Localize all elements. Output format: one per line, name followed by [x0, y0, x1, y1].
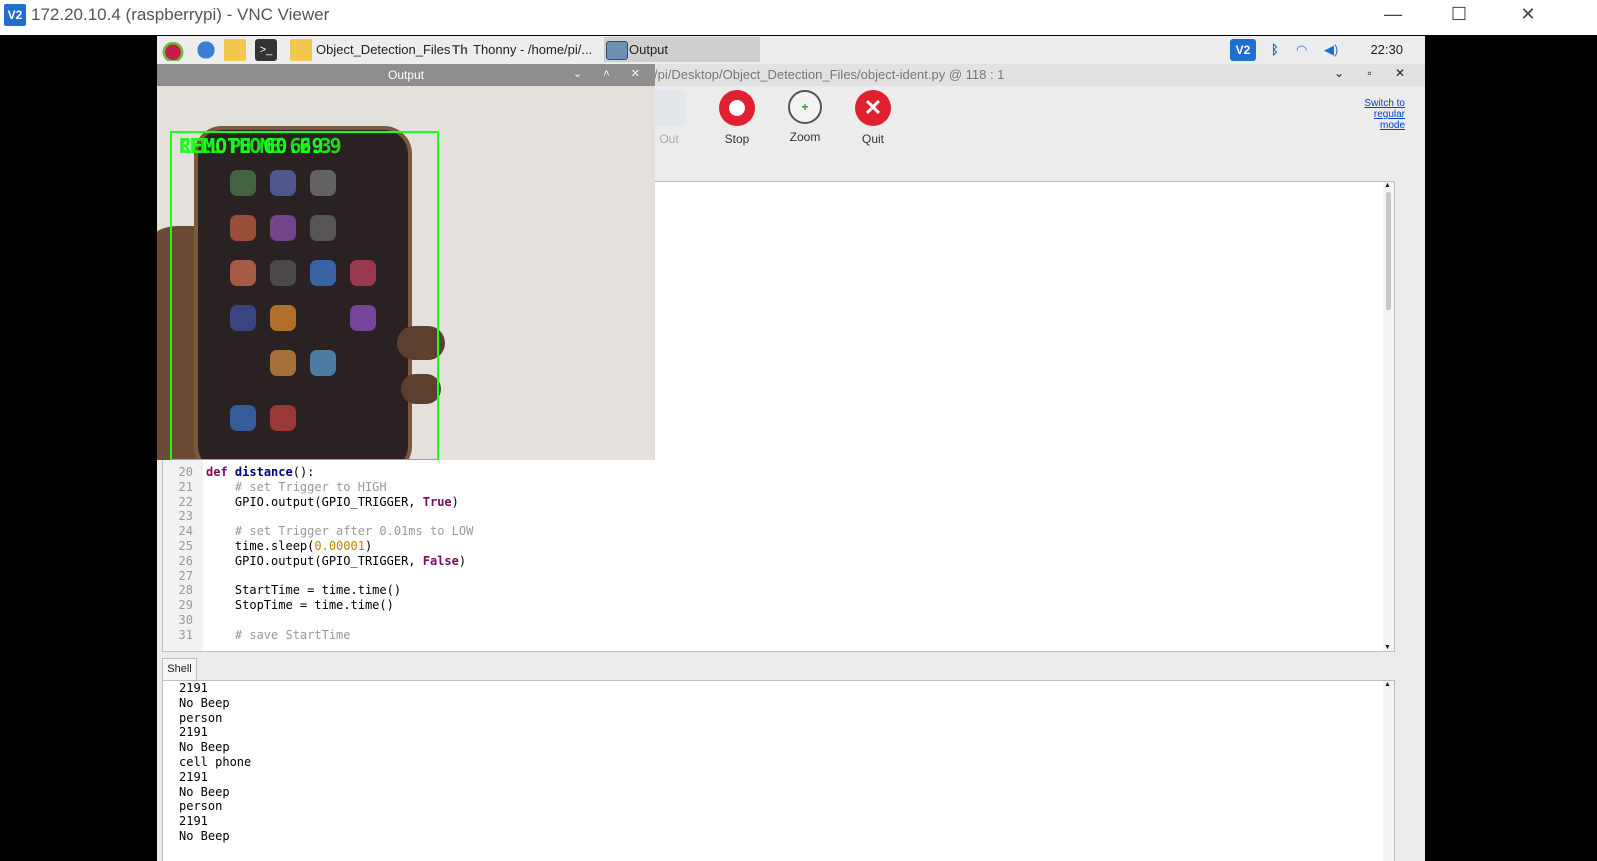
code-text: StopTime = time.time()	[206, 598, 394, 613]
line-number: 23	[178, 509, 193, 524]
maximize-button[interactable]: ☐	[1436, 0, 1482, 30]
quit-button[interactable]: ✕ Quit	[843, 86, 903, 146]
terminal-icon[interactable]: >_	[255, 39, 277, 61]
web-browser-icon[interactable]	[195, 39, 217, 61]
code-text: StartTime = time.time()	[206, 583, 402, 598]
zoom-button[interactable]: + Zoom	[775, 86, 835, 144]
switch-link-line-1: Switch to	[1364, 98, 1405, 109]
line-number: 25	[178, 538, 193, 553]
editor-scroll-thumb[interactable]	[1386, 192, 1391, 310]
scroll-up-arrow-icon[interactable]: ▲	[1384, 182, 1391, 189]
vnc-logo-icon: V2	[4, 4, 26, 26]
output-window[interactable]: Output ⌄ ˄ ✕ REMOTE 60.69 CELL PHONE 62.…	[157, 64, 655, 460]
stop-icon	[719, 90, 755, 126]
taskbar-item-folder[interactable]: Object_Detection_Files	[316, 42, 450, 57]
quit-icon: ✕	[855, 90, 891, 126]
taskbar-item-thonny[interactable]: Thonny - /home/pi/...	[473, 42, 592, 57]
shell-output: 2191 No Beep person 2191 No Beep cell phone 21…	[179, 681, 251, 844]
switch-link-line-3: mode	[1379, 120, 1405, 131]
switch-link-line-2: regular	[1373, 109, 1405, 120]
shell-line: person	[179, 710, 223, 725]
window-title: 172.20.10.4 (raspberrypi) - VNC Viewer	[31, 5, 330, 24]
shell-line: No Beep	[179, 784, 230, 799]
bluetooth-icon[interactable]: ᛒ	[1271, 42, 1279, 57]
line-number: 30	[178, 612, 193, 627]
line-number: 31	[178, 627, 193, 642]
code-text: time.sleep(0.00001)	[206, 538, 373, 553]
zoom-label: Zoom	[789, 130, 821, 144]
output-window-controls[interactable]: ⌄ ˄ ✕	[573, 67, 649, 80]
stop-button[interactable]: Stop	[707, 86, 767, 146]
shell-line: cell phone	[179, 754, 252, 769]
file-manager-icon[interactable]	[224, 39, 246, 61]
step-out-icon	[651, 90, 687, 126]
editor-scrollbar[interactable]: ▲ ▼	[1383, 182, 1394, 651]
line-number: 24	[178, 524, 193, 539]
shell-scroll-up-arrow-icon[interactable]: ▲	[1384, 681, 1391, 688]
code-text: GPIO.output(GPIO_TRIGGER, True)	[206, 494, 459, 509]
line-number: 26	[178, 553, 193, 568]
step-out-label: Out	[659, 132, 679, 146]
volume-icon[interactable]: ◀)	[1324, 42, 1338, 58]
tab-shell[interactable]: Shell	[162, 658, 197, 680]
vnc-titlebar: V2 172.20.10.4 (raspberrypi) - VNC Viewe…	[0, 0, 1597, 35]
minimize-button[interactable]: —	[1370, 0, 1416, 30]
detection-bounding-box	[170, 131, 439, 460]
output-window-icon	[606, 41, 628, 60]
rpi-taskbar: >_ Object_Detection_Files Th Thonny - /h…	[157, 36, 1425, 65]
line-number: 29	[178, 598, 193, 613]
line-number: 20	[178, 465, 193, 479]
code-text: # set Trigger after 0.01ms to LOW	[234, 524, 474, 539]
thonny-title: /pi/Desktop/Object_Detection_Files/objec…	[654, 67, 1005, 82]
close-button[interactable]: ✕	[1505, 0, 1551, 30]
detection-label-cell-phone: CELL PHONE 62.39	[179, 134, 342, 158]
shell-scrollbar[interactable]: ▲	[1383, 681, 1394, 861]
shell-line: 2191	[179, 769, 208, 784]
line-number: 27	[178, 568, 193, 583]
shell-line: person	[179, 799, 223, 814]
folder-task-icon	[290, 39, 312, 61]
shell-line: No Beep	[179, 828, 230, 843]
vnc-server-icon[interactable]: V2	[1230, 39, 1256, 61]
shell-line: No Beep	[179, 740, 230, 755]
camera-feed: REMOTE 60.69 CELL PHONE 62.39	[157, 86, 655, 460]
quit-label: Quit	[861, 132, 884, 146]
code-text: GPIO.output(GPIO_TRIGGER, False)	[206, 553, 467, 568]
clock: 22:30	[1370, 42, 1403, 57]
line-number: 28	[178, 583, 193, 598]
remote-desktop: >_ Object_Detection_Files Th Thonny - /h…	[157, 36, 1425, 861]
code-text: # set Trigger to HIGH	[234, 479, 387, 494]
shell-line: No Beep	[179, 695, 230, 710]
stop-label: Stop	[724, 132, 750, 146]
line-number: 22	[178, 494, 193, 509]
output-titlebar[interactable]: Output ⌄ ˄ ✕	[157, 64, 655, 86]
taskbar-item-output[interactable]: Output	[629, 42, 668, 57]
wifi-icon[interactable]: ◠	[1296, 42, 1307, 58]
zoom-icon: +	[788, 90, 822, 124]
thonny-window-controls[interactable]: ⌄ ▫ ✕	[1334, 66, 1415, 80]
shell-line: 2191	[179, 681, 208, 695]
scroll-down-arrow-icon[interactable]: ▼	[1384, 644, 1391, 651]
thonny-task-icon: Th	[452, 42, 468, 57]
raspberry-menu-icon[interactable]	[162, 39, 184, 61]
line-number: 21	[178, 479, 193, 494]
switch-to-regular-mode-link[interactable]: Switch to regular mode	[1364, 98, 1405, 131]
code-text: def distance():	[206, 465, 315, 479]
shell-line: 2191	[179, 725, 208, 740]
shell-line: 2191	[179, 814, 208, 829]
code-text: # save StartTime	[234, 627, 351, 642]
shell-panel[interactable]: 2191 No Beep person 2191 No Beep cell phone 21…	[162, 680, 1395, 861]
